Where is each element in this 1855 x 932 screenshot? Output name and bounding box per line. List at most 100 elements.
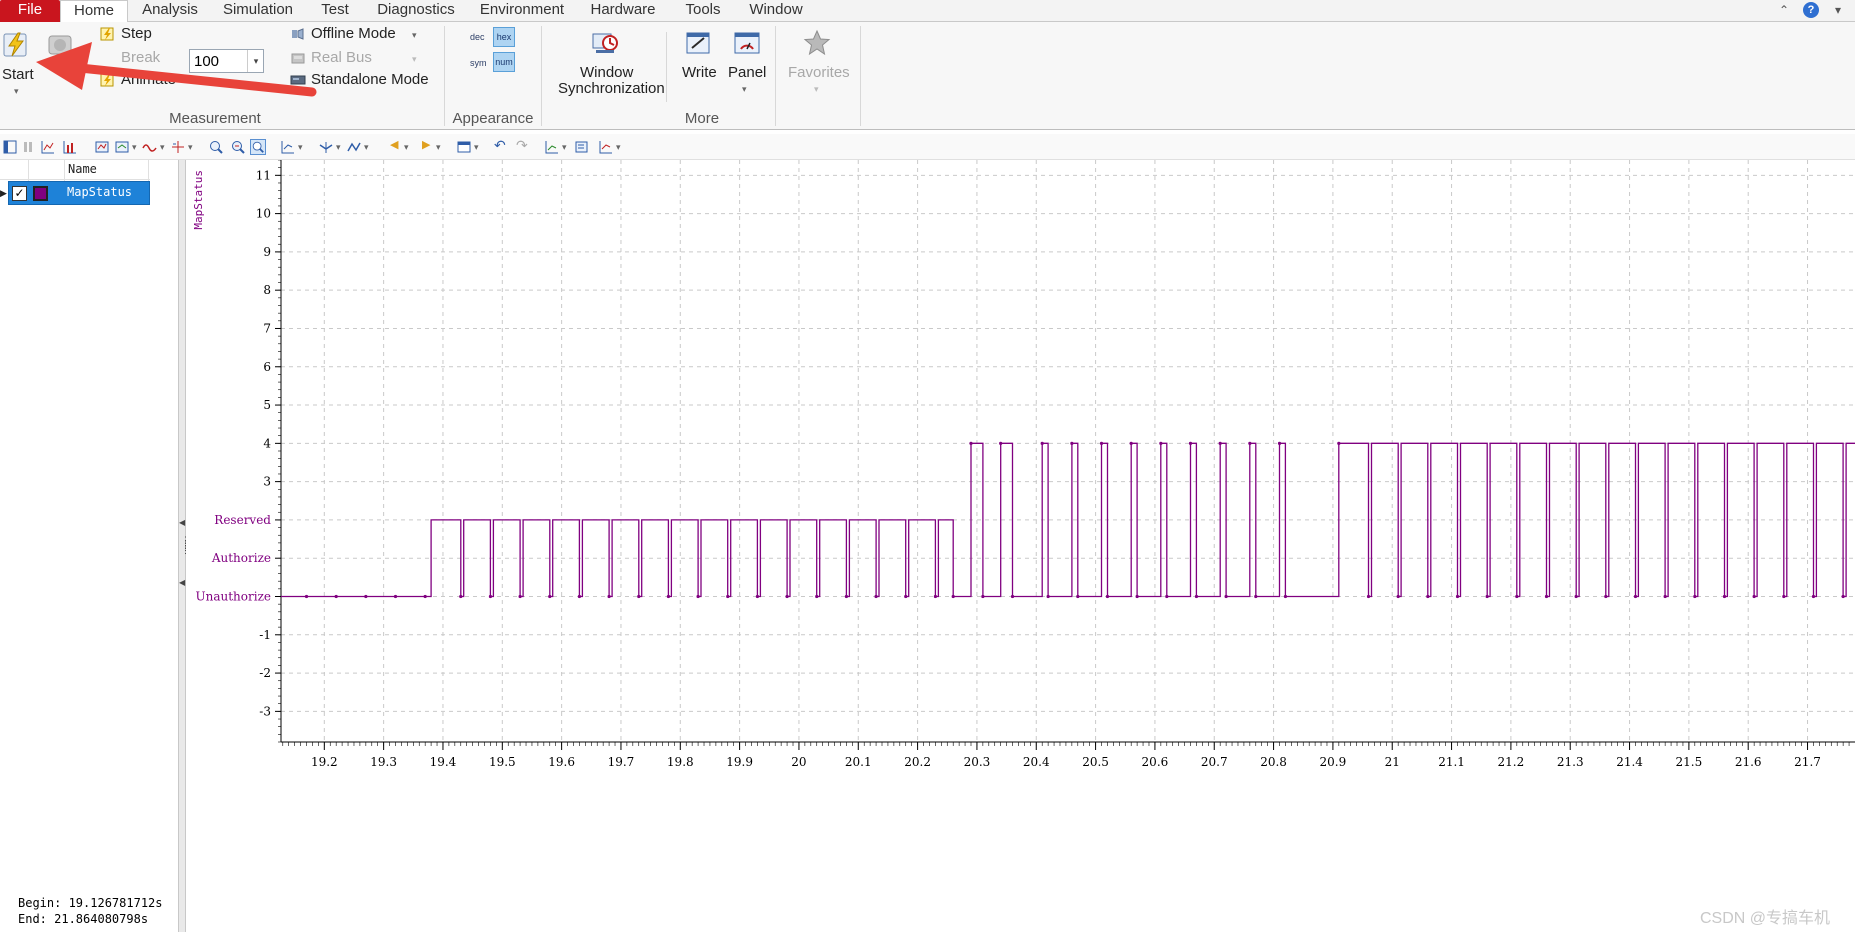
- x-tick-label: 21.4: [1616, 755, 1643, 769]
- graph-window-icon[interactable]: [94, 139, 110, 155]
- tab-test[interactable]: Test: [312, 0, 358, 22]
- signal-color-swatch[interactable]: [33, 186, 48, 201]
- data-point: [1129, 441, 1133, 445]
- export-graph-icon[interactable]: [544, 139, 560, 155]
- x-tick-label: 21.2: [1498, 755, 1525, 769]
- x-tick-label: 20.9: [1320, 755, 1347, 769]
- data-point: [1046, 594, 1050, 599]
- start-label: Start: [2, 66, 34, 83]
- tab-diagnostics[interactable]: Diagnostics: [372, 0, 460, 22]
- write-button[interactable]: Write: [676, 24, 720, 104]
- chevron-down-icon[interactable]: ▾: [616, 142, 621, 153]
- zoom-fit-icon[interactable]: [230, 139, 246, 155]
- chevron-down-icon[interactable]: ▾: [436, 142, 441, 153]
- x-tick-label: 20.2: [904, 755, 931, 769]
- tab-simulation[interactable]: Simulation: [218, 0, 298, 22]
- pane-splitter[interactable]: ◀ ⋮ ⋮ ⋮ ◀: [178, 160, 190, 932]
- data-point: [1188, 441, 1193, 445]
- star-icon: [803, 29, 831, 56]
- chevron-down-icon[interactable]: ▾: [404, 142, 409, 153]
- tab-file[interactable]: File: [0, 0, 60, 22]
- chevron-down-icon[interactable]: ▾: [132, 142, 137, 153]
- redo-icon[interactable]: ↷: [516, 137, 528, 154]
- column-header-name[interactable]: Name: [68, 162, 97, 176]
- signal-row[interactable]: ✓ MapStatus: [8, 181, 150, 205]
- data-point: [1040, 441, 1044, 445]
- signal-wave-icon[interactable]: [142, 139, 158, 155]
- standalone-mode-button[interactable]: Standalone Mode: [311, 71, 429, 88]
- graph-config-icon[interactable]: [598, 139, 614, 155]
- data-point: [1076, 594, 1080, 599]
- tab-tools[interactable]: Tools: [676, 0, 730, 22]
- pause-icon[interactable]: [20, 139, 36, 155]
- data-point: [334, 594, 338, 599]
- zoom-area-icon[interactable]: [250, 139, 266, 155]
- chevron-down-icon[interactable]: ▾: [188, 142, 193, 153]
- chevron-down-icon[interactable]: ▾: [364, 142, 369, 153]
- y-tick-label: Authorize: [211, 551, 271, 565]
- hex-button[interactable]: hex: [493, 27, 515, 47]
- data-point: [1010, 594, 1015, 599]
- x-tick-label: 20.1: [845, 755, 872, 769]
- data-point: [1841, 594, 1845, 599]
- favorites-button[interactable]: Favorites ▾: [782, 24, 854, 104]
- tab-window[interactable]: Window: [744, 0, 808, 22]
- x-tick-label: 19.9: [726, 755, 753, 769]
- data-point: [423, 594, 427, 599]
- minimize-ribbon-icon[interactable]: ⌃: [1776, 2, 1792, 18]
- app-window: File Home Analysis Simulation Test Diagn…: [0, 0, 1855, 932]
- graph-window-options-icon[interactable]: [114, 139, 130, 155]
- data-point: [1515, 594, 1519, 599]
- real-bus-button[interactable]: Real Bus: [311, 49, 372, 66]
- data-point: [1633, 594, 1638, 599]
- chevron-down-icon[interactable]: ▾: [336, 142, 341, 153]
- collapse-left-icon[interactable]: ◀: [179, 518, 185, 527]
- signal-graph[interactable]: 11 10 9 8 7 6 5 4 3 Reserved Authorize Unauthorize -…: [186, 160, 1855, 932]
- layout-icon[interactable]: [2, 139, 18, 155]
- signal-settings-icon[interactable]: [574, 139, 590, 155]
- sym-button[interactable]: sym: [470, 58, 487, 68]
- tab-hardware[interactable]: Hardware: [584, 0, 662, 22]
- window-layout-icon[interactable]: [456, 139, 472, 155]
- chevron-down-icon[interactable]: ▾: [412, 30, 417, 41]
- chevron-down-icon[interactable]: ▾: [298, 142, 303, 153]
- data-point: [1722, 594, 1727, 599]
- begin-time: Begin: 19.126781712s: [18, 896, 163, 910]
- cursor-icon[interactable]: [170, 139, 186, 155]
- tab-environment[interactable]: Environment: [474, 0, 570, 22]
- chart-bars-icon[interactable]: [62, 139, 78, 155]
- data-point: [1254, 594, 1258, 599]
- panel-button[interactable]: Panel ▾: [724, 24, 770, 104]
- axis-options-icon[interactable]: [280, 139, 296, 155]
- end-time: End: 21.864080798s: [18, 912, 149, 926]
- data-point: [1194, 594, 1199, 599]
- chart-axes-icon[interactable]: [40, 139, 56, 155]
- undo-icon[interactable]: ↶: [494, 137, 506, 154]
- data-point: [304, 594, 309, 599]
- difference-cursor-icon[interactable]: [346, 139, 362, 155]
- signal-visible-checkbox[interactable]: ✓: [12, 186, 27, 201]
- measurement-cursor-icon[interactable]: [318, 139, 334, 155]
- prev-marker-icon[interactable]: ◀: [390, 138, 398, 151]
- dec-button[interactable]: dec: [470, 32, 485, 42]
- offline-mode-button[interactable]: Offline Mode: [311, 25, 396, 42]
- zoom-in-icon[interactable]: [208, 139, 224, 155]
- data-point: [607, 594, 611, 599]
- data-point: [1165, 594, 1169, 599]
- help-icon[interactable]: ?: [1803, 2, 1819, 18]
- x-tick-label: 19.7: [608, 755, 635, 769]
- num-button[interactable]: num: [493, 52, 515, 72]
- chevron-down-icon[interactable]: ▾: [474, 142, 479, 153]
- chevron-down-icon[interactable]: ▾: [160, 142, 165, 153]
- data-point: [874, 594, 878, 599]
- data-point: [1811, 594, 1816, 599]
- window-synchronization-button[interactable]: Window Synchronization: [552, 24, 665, 104]
- data-point: [1752, 594, 1756, 599]
- tab-home[interactable]: Home: [60, 0, 128, 23]
- x-tick-label: 20.4: [1023, 755, 1050, 769]
- tab-analysis[interactable]: Analysis: [136, 0, 204, 22]
- next-marker-icon[interactable]: ▶: [422, 138, 430, 151]
- ribbon-options-icon[interactable]: ▾: [1830, 2, 1846, 18]
- chevron-down-icon[interactable]: ▾: [562, 142, 567, 153]
- collapse-left-icon[interactable]: ◀: [179, 578, 185, 587]
